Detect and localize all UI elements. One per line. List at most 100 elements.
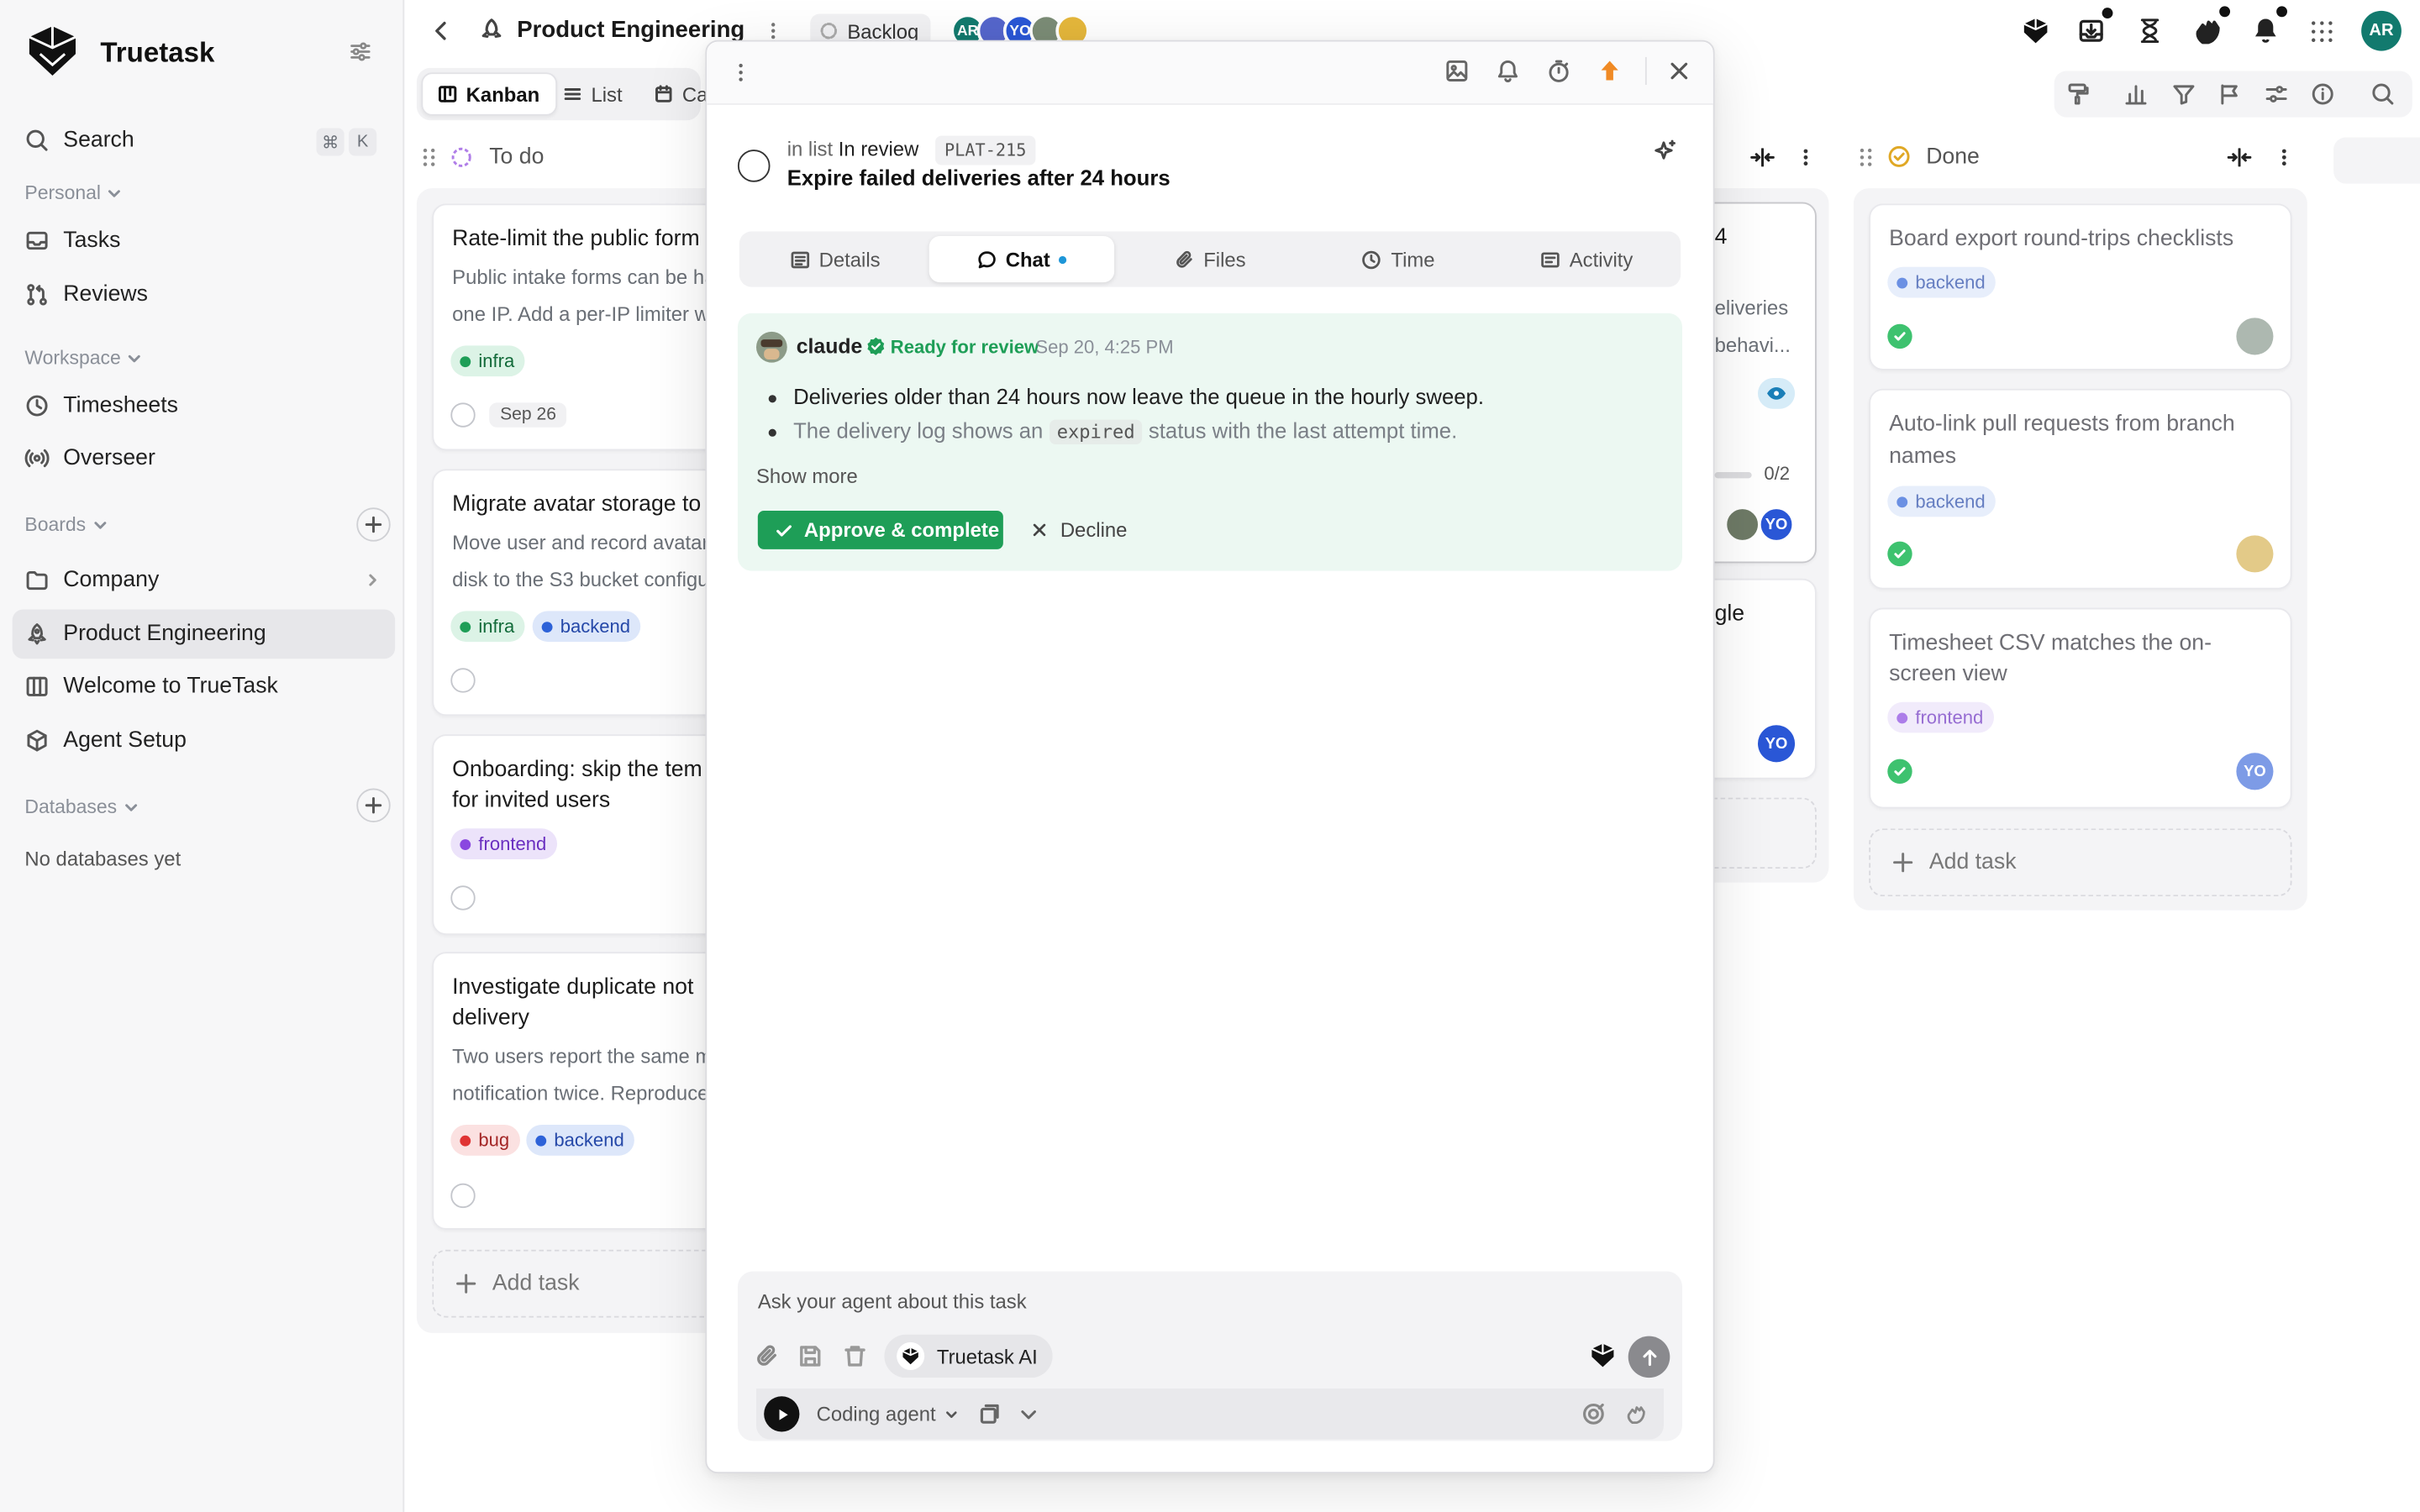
bar-chart-icon[interactable]: [2123, 81, 2148, 106]
paperclip-icon: [1176, 250, 1192, 267]
search-icon[interactable]: [2370, 81, 2395, 106]
collapse-column-icon[interactable]: [2227, 148, 2252, 167]
add-task-button-done[interactable]: Add task: [1869, 828, 2292, 897]
paint-roller-icon[interactable]: [2065, 81, 2090, 106]
task-card[interactable]: Rate-limit the public form Public intake…: [432, 203, 726, 451]
sidebar-item-reviews[interactable]: Reviews: [13, 270, 396, 319]
list-icon: [564, 88, 581, 101]
complete-checkbox[interactable]: [450, 402, 476, 428]
agent-selector[interactable]: Coding agent: [817, 1403, 960, 1425]
assignee-avatar[interactable]: YO: [1758, 506, 1796, 543]
trash-icon[interactable]: [843, 1344, 867, 1368]
tag-label: bug: [478, 1129, 510, 1152]
complete-checkbox[interactable]: [450, 1183, 476, 1209]
personal-section-toggle[interactable]: Personal: [24, 182, 122, 203]
tab-chat[interactable]: Chat: [929, 236, 1115, 283]
complete-checkbox[interactable]: [450, 668, 476, 693]
search-label: Search: [63, 128, 134, 153]
tab-details[interactable]: Details: [744, 236, 926, 282]
task-card[interactable]: Investigate duplicate not delivery Two u…: [432, 952, 726, 1230]
workspace-section-toggle[interactable]: Workspace: [24, 347, 142, 369]
task-card[interactable]: Timesheet CSV matches the on- screen vie…: [1869, 607, 2292, 809]
task-card[interactable]: Migrate avatar storage to Move user and …: [432, 469, 726, 717]
eye-icon[interactable]: [1758, 377, 1796, 409]
sidebar-item-company[interactable]: Company: [13, 555, 396, 605]
truetask-logo-icon[interactable]: [1590, 1342, 1616, 1368]
image-icon[interactable]: [1444, 59, 1469, 83]
column-menu-icon[interactable]: [1800, 145, 1812, 170]
bell-icon[interactable]: [1496, 59, 1520, 83]
sparkle-icon[interactable]: [1653, 139, 1677, 163]
chevron-down-icon[interactable]: [1018, 1405, 1039, 1424]
task-card[interactable]: Board export round-trips checklists back…: [1869, 203, 2292, 370]
apps-grid-icon[interactable]: [2311, 20, 2334, 44]
sidebar-item-product-engineering[interactable]: Product Engineering: [12, 609, 396, 659]
sidebar-item-overseer[interactable]: Overseer: [13, 433, 396, 483]
priority-high-icon[interactable]: [1597, 59, 1622, 83]
tab-files[interactable]: Files: [1118, 236, 1302, 282]
task-card[interactable]: Onboarding: skip the tem for invited use…: [432, 734, 726, 936]
inbox-download-icon[interactable]: [2077, 17, 2105, 45]
drag-handle-icon[interactable]: [421, 146, 436, 168]
collapse-column-icon[interactable]: [1750, 148, 1775, 167]
send-button[interactable]: [1628, 1336, 1670, 1378]
save-icon[interactable]: [798, 1344, 823, 1368]
sliders-icon[interactable]: [349, 40, 372, 64]
assignee-avatar[interactable]: [1723, 506, 1761, 543]
chat-input[interactable]: Ask your agent about this task: [758, 1289, 1560, 1317]
completed-check-icon[interactable]: [1887, 759, 1912, 785]
copy-icon[interactable]: [978, 1403, 1002, 1426]
target-icon[interactable]: [1582, 1403, 1606, 1426]
drag-handle-icon[interactable]: [1858, 146, 1873, 168]
model-selector[interactable]: Truetask AI: [884, 1334, 1054, 1378]
hourglass-icon[interactable]: [2138, 17, 2162, 45]
boards-section-toggle[interactable]: Boards: [24, 514, 107, 535]
filter-icon[interactable]: [2171, 81, 2196, 106]
sidebar-item-timesheets[interactable]: Timesheets: [13, 381, 396, 431]
show-more-link[interactable]: Show more: [756, 465, 858, 488]
complete-checkbox[interactable]: [450, 885, 476, 911]
task-complete-checkbox[interactable]: [737, 150, 771, 182]
completed-check-icon[interactable]: [1887, 541, 1912, 567]
back-icon[interactable]: [429, 18, 454, 43]
flag-icon[interactable]: [2217, 81, 2242, 106]
agent-hand-icon[interactable]: [2193, 15, 2224, 46]
tab-activity[interactable]: Activity: [1494, 236, 1679, 282]
truetask-logo-icon[interactable]: [2022, 17, 2049, 45]
close-icon[interactable]: [1667, 59, 1691, 83]
add-database-button[interactable]: [356, 788, 391, 822]
add-board-button[interactable]: [356, 507, 391, 542]
column-menu-icon[interactable]: [2278, 145, 2291, 170]
sidebar-item-agent-setup[interactable]: Agent Setup: [13, 716, 396, 765]
play-button[interactable]: [764, 1396, 800, 1432]
paperclip-icon[interactable]: [755, 1344, 779, 1368]
task-title[interactable]: Expire failed deliveries after 24 hours: [787, 165, 1171, 190]
databases-section-toggle[interactable]: Databases: [24, 796, 138, 817]
assignee-avatar[interactable]: [2236, 318, 2274, 355]
tab-kanban[interactable]: Kanban: [421, 72, 557, 116]
assignee-avatar[interactable]: [2236, 535, 2274, 573]
list-name[interactable]: In review: [839, 137, 919, 160]
timer-icon[interactable]: [1546, 59, 1570, 83]
modal-more-icon[interactable]: [734, 60, 747, 85]
tab-list[interactable]: List: [548, 72, 638, 115]
info-icon[interactable]: [2311, 81, 2335, 106]
tab-time[interactable]: Time: [1306, 236, 1491, 282]
agent-hand-icon[interactable]: [1625, 1403, 1649, 1426]
add-task-button-todo[interactable]: Add task: [432, 1249, 726, 1318]
task-id-badge[interactable]: PLAT-215: [935, 135, 1036, 165]
assignee-avatar[interactable]: YO: [1758, 725, 1796, 763]
task-card[interactable]: Auto-link pull requests from branch name…: [1869, 388, 2292, 590]
approve-complete-button[interactable]: Approve & complete: [757, 510, 1003, 549]
sidebar-item-welcome[interactable]: Welcome to TrueTask: [13, 662, 396, 711]
check-icon: [776, 524, 792, 536]
bell-icon[interactable]: [2252, 15, 2280, 45]
due-date[interactable]: Sep 26: [489, 402, 567, 428]
decline-button[interactable]: Decline: [1031, 511, 1127, 549]
user-avatar[interactable]: AR: [2361, 10, 2402, 51]
completed-check-icon[interactable]: [1887, 323, 1912, 349]
truetask-logo-icon[interactable]: [24, 24, 80, 79]
assignee-avatar[interactable]: YO: [2236, 753, 2274, 790]
sidebar-item-tasks[interactable]: Tasks: [13, 216, 396, 265]
sliders-icon[interactable]: [2264, 81, 2288, 106]
